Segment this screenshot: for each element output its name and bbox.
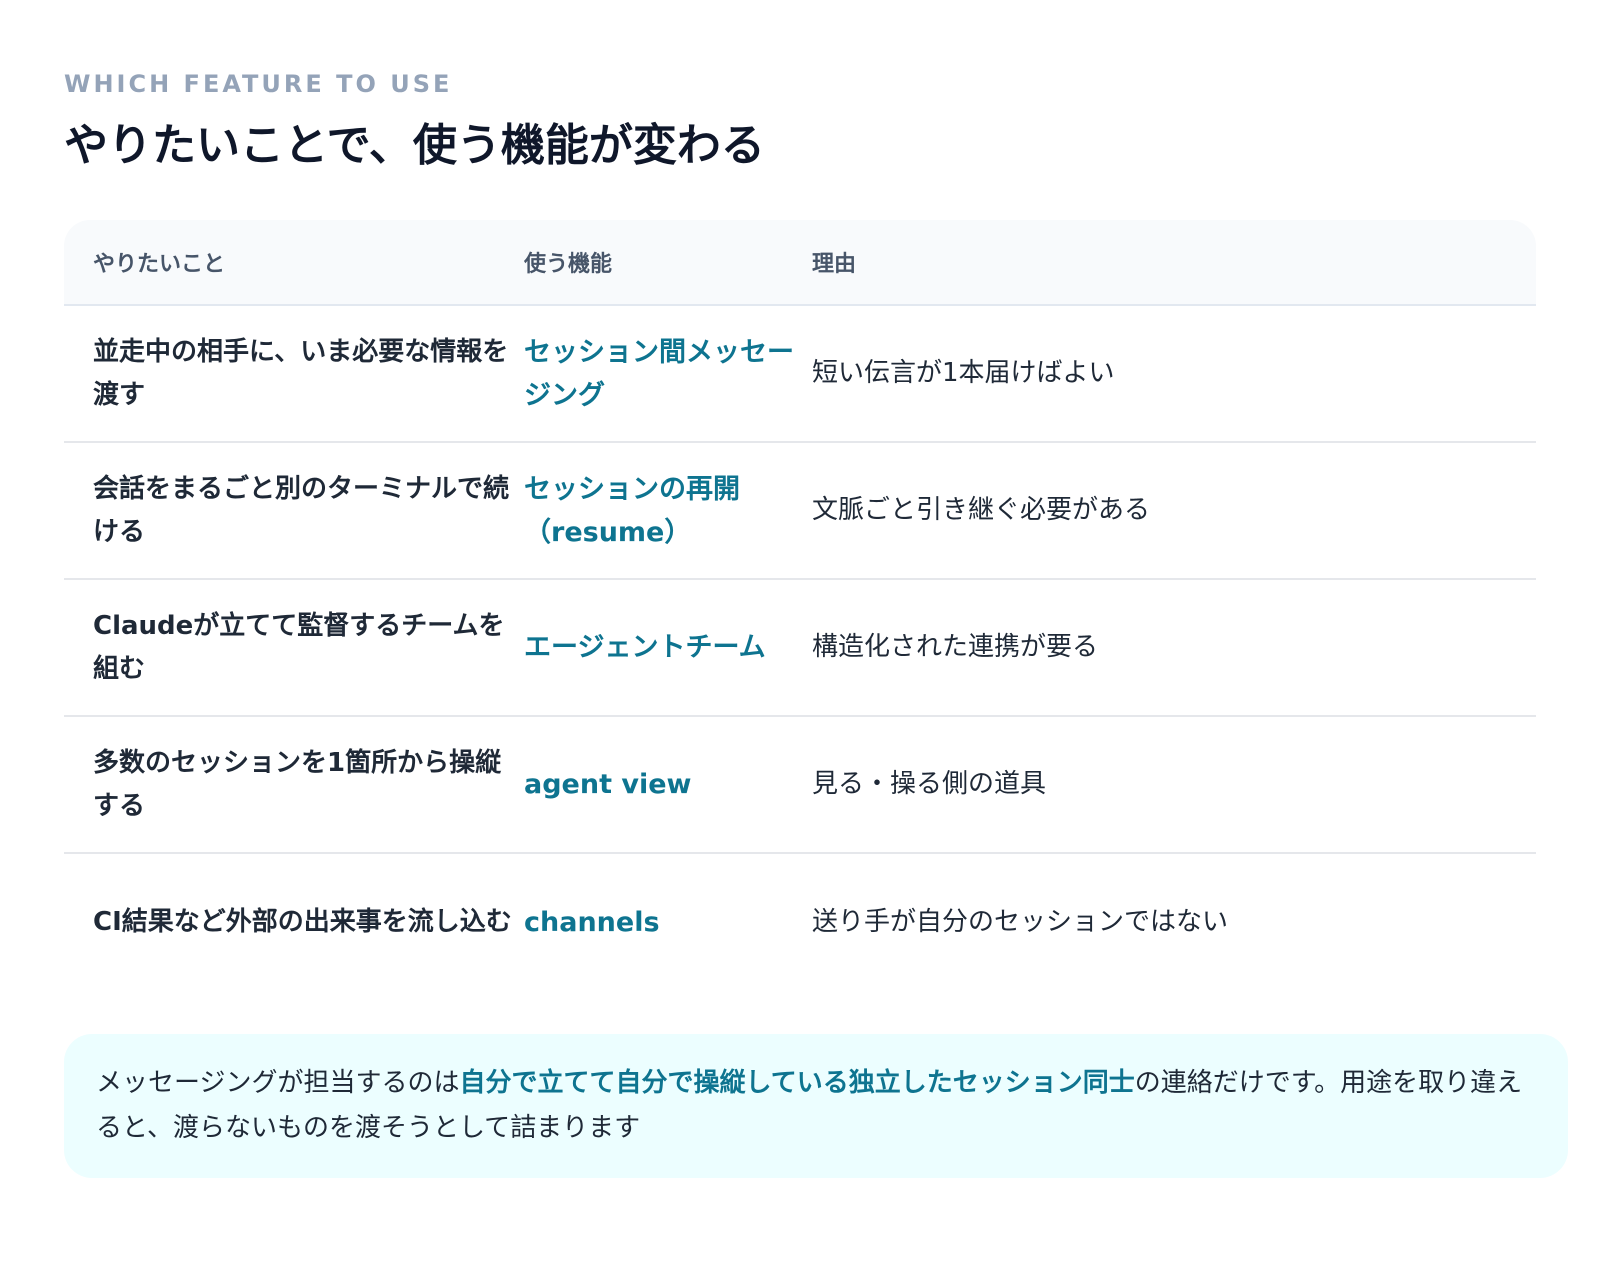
note-callout: メッセージングが担当するのは自分で立てて自分で操縦している独立したセッション同士… xyxy=(64,1034,1568,1178)
cell-reason: 構造化された連携が要る xyxy=(812,579,1536,717)
eyebrow-label: WHICH FEATURE TO USE xyxy=(64,70,453,98)
cell-want: 多数のセッションを1箇所から操縦する xyxy=(64,716,524,854)
column-header-reason: 理由 xyxy=(812,220,1536,306)
table-row: 並走中の相手に、いま必要な情報を渡す セッション間メッセージング 短い伝言が1本… xyxy=(64,305,1536,443)
cell-feature: セッションの再開（resume） xyxy=(524,442,812,580)
page-title: やりたいことで、使う機能が変わる xyxy=(64,120,765,171)
table-row: 多数のセッションを1箇所から操縦する agent view 見る・操る側の道具 xyxy=(64,716,1536,854)
column-header-feature: 使う機能 xyxy=(524,220,812,306)
table-row: 会話をまるごと別のターミナルで続ける セッションの再開（resume） 文脈ごと… xyxy=(64,442,1536,580)
cell-want: Claudeが立てて監督するチームを組む xyxy=(64,579,524,717)
cell-reason: 文脈ごと引き継ぐ必要がある xyxy=(812,442,1536,580)
cell-want: 会話をまるごと別のターミナルで続ける xyxy=(64,442,524,580)
note-text: メッセージングが担当するのは自分で立てて自分で操縦している独立したセッション同士… xyxy=(96,1034,1536,1151)
cell-feature: エージェントチーム xyxy=(524,579,812,717)
cell-feature: agent view xyxy=(524,716,812,854)
column-header-want: やりたいこと xyxy=(64,220,524,306)
cell-feature: channels xyxy=(524,906,660,938)
table-header-row: やりたいこと 使う機能 理由 xyxy=(64,220,1536,306)
cell-reason: 短い伝言が1本届けばよい xyxy=(812,305,1536,443)
note-highlight: 自分で立てて自分で操縦している独立したセッション同士 xyxy=(459,1068,1135,1098)
cell-feature: セッション間メッセージング xyxy=(524,305,812,443)
feature-table-card: やりたいこと 使う機能 理由 並走中の相手に、いま必要な情報を渡す セッション間… xyxy=(64,220,1536,990)
table-row: CI結果など外部の出来事を流し込む channels 送り手が自分のセッションで… xyxy=(64,853,1536,990)
cell-want: 並走中の相手に、いま必要な情報を渡す xyxy=(64,305,524,443)
note-text-before: メッセージングが担当するのは xyxy=(96,1068,460,1098)
table-row: Claudeが立てて監督するチームを組む エージェントチーム 構造化された連携が… xyxy=(64,579,1536,717)
cell-reason: 送り手が自分のセッションではない xyxy=(812,906,1229,937)
cell-reason: 見る・操る側の道具 xyxy=(812,716,1536,854)
cell-want: CI結果など外部の出来事を流し込む xyxy=(93,906,512,937)
page: WHICH FEATURE TO USE やりたいことで、使う機能が変わる やり… xyxy=(0,0,1600,1262)
feature-table: やりたいこと 使う機能 理由 並走中の相手に、いま必要な情報を渡す セッション間… xyxy=(64,220,1536,990)
